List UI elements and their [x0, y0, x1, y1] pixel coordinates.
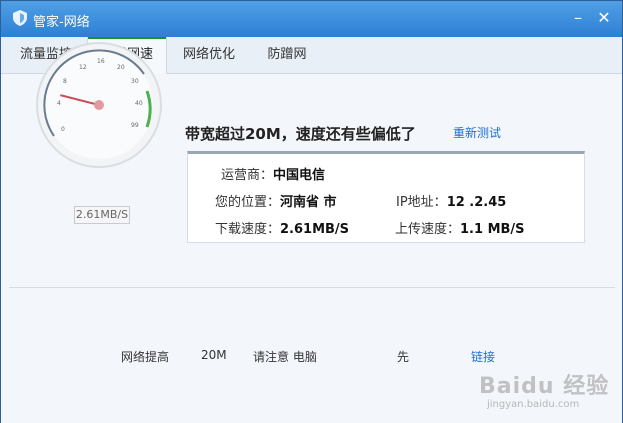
isp-value: 中国电信 [273, 168, 326, 183]
location-row: 您的位置：河南省 市 [215, 191, 337, 210]
scale-label: 12 [79, 64, 87, 71]
scale-label: 20 [117, 64, 125, 71]
location-label: 您的位置： [215, 195, 281, 210]
window-title: 管家-网络 [33, 15, 90, 30]
footer-item: 20M [201, 348, 227, 362]
retest-link[interactable]: 重新测试 [453, 124, 501, 141]
scale-label: 30 [131, 78, 139, 85]
scale-label: 99 [131, 122, 139, 129]
ip-value: 12 .2.45 [446, 195, 507, 210]
divider [9, 287, 615, 288]
gauge-hub [94, 100, 104, 110]
close-button[interactable]: ✕ [595, 9, 613, 27]
watermark-logo: Baidu 经验 [479, 374, 610, 399]
shield-icon [13, 10, 27, 26]
upload-label: 上传速度： [395, 222, 461, 237]
title-bar[interactable]: 管家-网络 – ✕ [1, 1, 622, 37]
footer-item: 网络提高 [121, 350, 170, 364]
scale-label: 0 [61, 126, 65, 133]
tab-network-optimize[interactable]: 网络优化 [169, 37, 249, 73]
download-row: 下载速度：2.61MB/S [215, 218, 349, 237]
watermark-url: jingyan.baidu.com [487, 399, 580, 410]
upload-value: 1.1 MB/S [460, 222, 525, 237]
speed-gauge: 0 4 8 12 16 20 30 40 99 [36, 42, 162, 168]
minimize-button[interactable]: – [569, 9, 587, 27]
isp-label: 运营商： [221, 168, 274, 183]
scale-label: 40 [135, 100, 143, 107]
footer-item: 请注意 电脑 [253, 350, 317, 364]
isp-row: 运营商：中国电信 [221, 164, 325, 183]
footer-link[interactable]: 链接 [471, 348, 495, 365]
ip-row: IP地址：12 .2.45 [396, 191, 506, 210]
app-window: 管家-网络 – ✕ 流量监控 测试网速 网络优化 防蹭网 0 4 8 12 16… [0, 0, 623, 423]
scale-label: 8 [63, 78, 67, 85]
download-value: 2.61MB/S [280, 222, 350, 237]
speed-readout: 2.61MB/S [74, 206, 130, 224]
tab-anti-freeload[interactable]: 防蹭网 [251, 37, 323, 73]
footer-item: 先 [397, 350, 410, 364]
scale-label: 4 [57, 100, 61, 107]
scale-label: 16 [97, 58, 105, 65]
upload-row: 上传速度：1.1 MB/S [395, 218, 525, 237]
ip-label: IP地址： [396, 195, 447, 210]
location-value: 河南省 市 [280, 195, 337, 210]
result-headline: 带宽超过20M，速度还有些偏低了 [185, 125, 416, 143]
download-label: 下载速度： [215, 222, 281, 237]
